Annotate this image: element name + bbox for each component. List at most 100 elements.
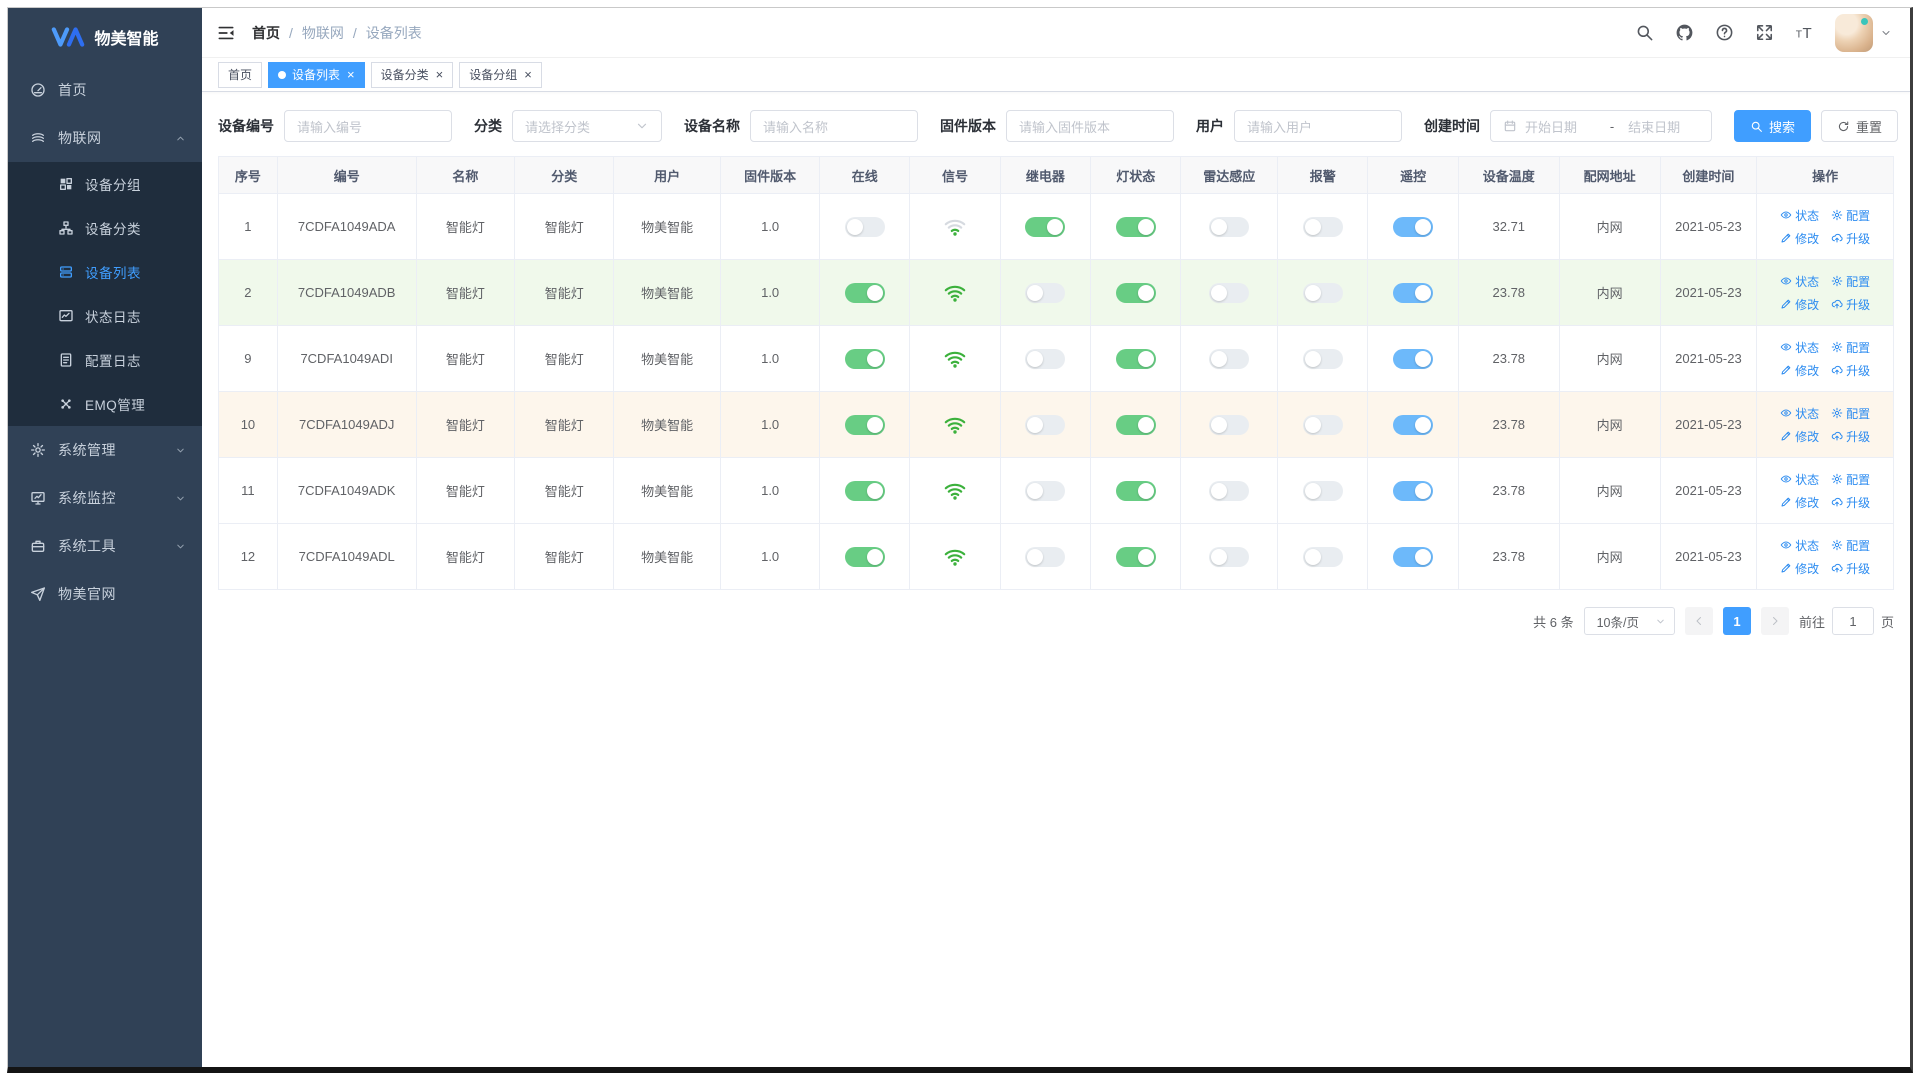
reset-button[interactable]: 重置 [1821, 110, 1899, 142]
edit-action[interactable]: 修改 [1780, 296, 1819, 313]
tag-设备分类[interactable]: 设备分类 × [370, 61, 454, 88]
status-action[interactable]: 状态 [1780, 273, 1819, 290]
remote-toggle[interactable] [1393, 414, 1434, 435]
sidebar-item-emq-manage[interactable]: EMQ管理 [8, 382, 202, 426]
firmware-input[interactable]: 请输入固件版本 [1006, 110, 1174, 142]
relay-toggle[interactable] [1025, 546, 1066, 567]
status-action[interactable]: 状态 [1780, 405, 1819, 422]
sidebar-item-home[interactable]: 首页 [8, 66, 202, 114]
fullscreen-icon[interactable] [1755, 23, 1774, 42]
config-action[interactable]: 配置 [1831, 405, 1870, 422]
created-daterange[interactable]: 开始日期 - 结束日期 [1490, 110, 1712, 142]
sidebar-item-system-tools[interactable]: 系统工具 [8, 522, 202, 570]
user-input[interactable]: 请输入用户 [1234, 110, 1402, 142]
sidebar-item-iot[interactable]: 物联网 [8, 114, 202, 162]
remote-toggle[interactable] [1393, 348, 1434, 369]
github-icon[interactable] [1675, 23, 1694, 42]
config-action[interactable]: 配置 [1831, 537, 1870, 554]
remote-toggle[interactable] [1393, 216, 1434, 237]
config-action[interactable]: 配置 [1831, 207, 1870, 224]
user-menu[interactable] [1835, 13, 1892, 52]
status-action[interactable]: 状态 [1780, 339, 1819, 356]
close-icon[interactable]: × [524, 68, 532, 81]
breadcrumb-item[interactable]: 设备列表 [366, 23, 422, 43]
status-action[interactable]: 状态 [1780, 537, 1819, 554]
tag-首页[interactable]: 首页 [218, 61, 263, 88]
config-action[interactable]: 配置 [1831, 273, 1870, 290]
tag-设备列表[interactable]: 设备列表 × [268, 61, 365, 88]
avatar[interactable] [1835, 13, 1873, 52]
device-code-input[interactable]: 请输入编号 [284, 110, 452, 142]
radar-toggle[interactable] [1209, 348, 1250, 369]
fontsize-icon[interactable]: TT [1795, 23, 1814, 42]
status-action[interactable]: 状态 [1780, 471, 1819, 488]
edit-action[interactable]: 修改 [1780, 230, 1819, 247]
edit-action[interactable]: 修改 [1780, 494, 1819, 511]
upgrade-action[interactable]: 升级 [1831, 362, 1870, 379]
light-toggle[interactable] [1115, 282, 1156, 303]
light-toggle[interactable] [1115, 480, 1156, 501]
remote-toggle[interactable] [1393, 282, 1434, 303]
search-icon[interactable] [1635, 23, 1654, 42]
current-page[interactable]: 1 [1722, 607, 1751, 635]
sidebar-item-device-category[interactable]: 设备分类 [8, 206, 202, 250]
online-toggle[interactable] [844, 348, 885, 369]
sidebar-item-official-site[interactable]: 物美官网 [8, 570, 202, 618]
alarm-toggle[interactable] [1302, 282, 1343, 303]
light-toggle[interactable] [1115, 414, 1156, 435]
alarm-toggle[interactable] [1302, 546, 1343, 567]
goto-page-input[interactable] [1831, 607, 1874, 635]
relay-toggle[interactable] [1025, 216, 1066, 237]
sidebar-item-system-monitor[interactable]: 系统监控 [8, 474, 202, 522]
sidebar-item-status-log[interactable]: 状态日志 [8, 294, 202, 338]
online-toggle[interactable] [844, 546, 885, 567]
tag-设备分组[interactable]: 设备分组 × [459, 61, 542, 88]
sidebar-item-system-manage[interactable]: 系统管理 [8, 426, 202, 474]
edit-action[interactable]: 修改 [1780, 428, 1819, 445]
sidebar-toggle-icon[interactable] [216, 23, 236, 43]
status-action[interactable]: 状态 [1780, 207, 1819, 224]
relay-toggle[interactable] [1025, 348, 1066, 369]
radar-toggle[interactable] [1209, 414, 1250, 435]
online-toggle[interactable] [844, 414, 885, 435]
device-name-input[interactable]: 请输入名称 [750, 110, 918, 142]
config-action[interactable]: 配置 [1831, 339, 1870, 356]
app-logo[interactable]: 物美智能 [8, 8, 202, 66]
alarm-toggle[interactable] [1302, 414, 1343, 435]
edit-action[interactable]: 修改 [1780, 362, 1819, 379]
online-toggle[interactable] [844, 282, 885, 303]
category-select[interactable]: 请选择分类 [512, 110, 662, 142]
prev-page-button[interactable] [1684, 607, 1713, 635]
alarm-toggle[interactable] [1302, 348, 1343, 369]
light-toggle[interactable] [1115, 546, 1156, 567]
online-toggle[interactable] [844, 216, 885, 237]
breadcrumb-item[interactable]: 物联网 [302, 23, 344, 43]
search-button[interactable]: 搜索 [1734, 110, 1812, 142]
page-size-select[interactable]: 10条/页 [1583, 607, 1675, 635]
alarm-toggle[interactable] [1302, 216, 1343, 237]
radar-toggle[interactable] [1209, 282, 1250, 303]
close-icon[interactable]: × [347, 68, 355, 81]
edit-action[interactable]: 修改 [1780, 560, 1819, 577]
relay-toggle[interactable] [1025, 480, 1066, 501]
remote-toggle[interactable] [1393, 546, 1434, 567]
sidebar-item-config-log[interactable]: 配置日志 [8, 338, 202, 382]
upgrade-action[interactable]: 升级 [1831, 296, 1870, 313]
radar-toggle[interactable] [1209, 216, 1250, 237]
relay-toggle[interactable] [1025, 414, 1066, 435]
upgrade-action[interactable]: 升级 [1831, 560, 1870, 577]
light-toggle[interactable] [1115, 216, 1156, 237]
online-toggle[interactable] [844, 480, 885, 501]
upgrade-action[interactable]: 升级 [1831, 428, 1870, 445]
next-page-button[interactable] [1760, 607, 1789, 635]
config-action[interactable]: 配置 [1831, 471, 1870, 488]
light-toggle[interactable] [1115, 348, 1156, 369]
remote-toggle[interactable] [1393, 480, 1434, 501]
upgrade-action[interactable]: 升级 [1831, 494, 1870, 511]
sidebar-item-device-list[interactable]: 设备列表 [8, 250, 202, 294]
radar-toggle[interactable] [1209, 480, 1250, 501]
relay-toggle[interactable] [1025, 282, 1066, 303]
upgrade-action[interactable]: 升级 [1831, 230, 1870, 247]
question-icon[interactable] [1715, 23, 1734, 42]
sidebar-item-device-group[interactable]: 设备分组 [8, 162, 202, 206]
